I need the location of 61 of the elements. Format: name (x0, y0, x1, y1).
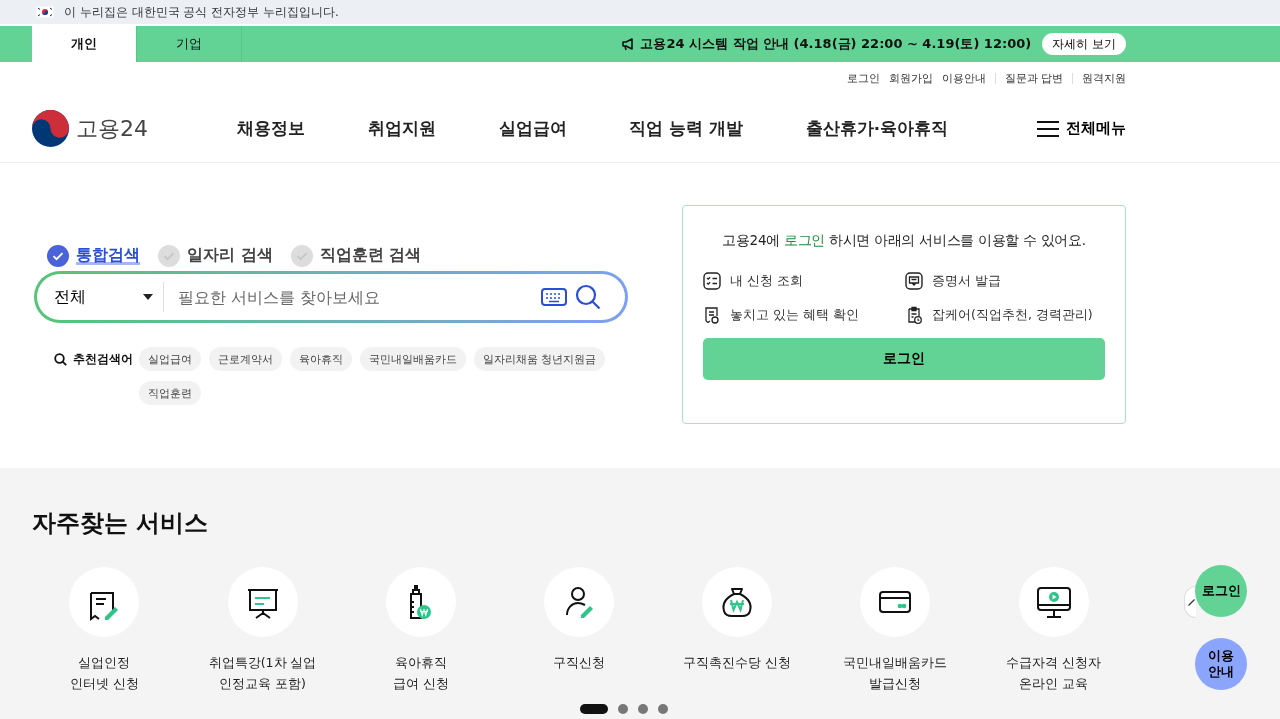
nav-link[interactable]: 출산휴가·육아휴직 (805, 117, 948, 140)
pager-dot[interactable] (638, 704, 648, 714)
keyboard-icon (541, 288, 567, 306)
search-bar[interactable]: 전체 필요한 서비스를 찾아보세요 (34, 271, 628, 323)
check-circle-icon (47, 244, 69, 267)
service-shortcut[interactable]: 구직촉진수당 신청 (664, 567, 810, 694)
service-icon (905, 272, 923, 290)
menu-icon (1036, 119, 1060, 138)
login-button[interactable]: 로그인 (703, 338, 1105, 380)
details-button[interactable]: 자세히 보기 (1042, 33, 1126, 55)
baby-bottle-coin-icon (408, 585, 433, 619)
service-icon (905, 306, 923, 324)
keyword-chip[interactable]: 육아휴직 (290, 347, 352, 371)
service-label: 내 신청 조회 (730, 272, 803, 290)
logo-text[interactable]: 고용24 (76, 113, 148, 144)
login-link[interactable]: 로그인 (783, 232, 825, 248)
nav-link[interactable]: 실업급여 (498, 117, 567, 140)
audience-tab[interactable]: 개인 (32, 26, 137, 62)
logo-emblem-icon (32, 110, 69, 147)
service-icon (703, 306, 721, 324)
flag-icon (36, 6, 54, 18)
caret-icon (143, 294, 153, 300)
search-icon (575, 284, 601, 310)
check-circle-icon (290, 244, 313, 267)
nav-link[interactable]: 직업 능력 개발 (629, 117, 743, 140)
gov-banner-text: 이 누리집은 대한민국 공식 전자정부 누리집입니다. (64, 3, 339, 21)
search-type-radio[interactable]: 통합검색 (47, 244, 140, 267)
util-link[interactable]: 질문과 답변 (1004, 71, 1063, 86)
service-shortcut[interactable]: 국민내일배움카드 발급신청 (823, 567, 968, 694)
service-shortcut[interactable]: 취업특강(1차 실업 인정교육 포함) (190, 567, 335, 694)
check-circle-icon (158, 244, 180, 267)
pager-dot[interactable] (618, 704, 628, 714)
util-link[interactable]: 이용안내 (941, 71, 986, 86)
keyword-chip[interactable]: 근로계약서 (209, 347, 282, 371)
service-label: 잡케어(직업추천, 경력관리) (932, 306, 1093, 324)
keyword-chip[interactable]: 직업훈련 (139, 381, 201, 405)
keyword-chip[interactable]: 국민내일배움카드 (360, 347, 466, 371)
util-link[interactable]: 원격지원 (1082, 71, 1126, 86)
nav-link[interactable]: 채용정보 (237, 117, 305, 140)
section-title: 자주찾는 서비스 (32, 508, 210, 538)
service-label: 증명서 발급 (932, 272, 1001, 290)
login-prompt: 고용24에 로그인 하시면 아래의 서비스를 이용할 수 있어요. (721, 232, 1087, 250)
service-shortcut[interactable]: 육아휴직 급여 신청 (348, 567, 494, 694)
service-label: 놓치고 있는 혜택 확인 (730, 306, 859, 324)
service-shortcut[interactable]: 실업인정 인터넷 신청 (32, 567, 177, 694)
keyword-chip[interactable]: 실업급여 (139, 347, 201, 371)
service-icon (703, 272, 721, 290)
search-type-radio[interactable]: 직업훈련 검색 (290, 244, 422, 267)
service-shortcut[interactable]: 수급자격 신청자 온라인 교육 (981, 567, 1127, 694)
notice-text: 고용24 시스템 작업 안내 (4.18(금) 22:00 ~ 4.19(토) 12:00) (640, 35, 1032, 53)
util-link[interactable]: 로그인 (846, 71, 880, 86)
recommended-label: 추천검색어 (73, 351, 133, 367)
nav-link[interactable]: 취업지원 (367, 117, 436, 140)
keyword-chip[interactable]: 일자리채움 청년지원금 (474, 347, 606, 371)
pager-dot[interactable] (658, 704, 668, 714)
all-menu-button[interactable]: 전체메뉴 (1036, 119, 1126, 138)
util-link[interactable]: 회원가입 (888, 71, 933, 86)
search-type-radio[interactable]: 일자리 검색 (158, 244, 273, 267)
service-shortcut[interactable]: 구직신청 (506, 567, 652, 694)
search-icon (54, 352, 67, 366)
megaphone-icon (621, 37, 636, 51)
